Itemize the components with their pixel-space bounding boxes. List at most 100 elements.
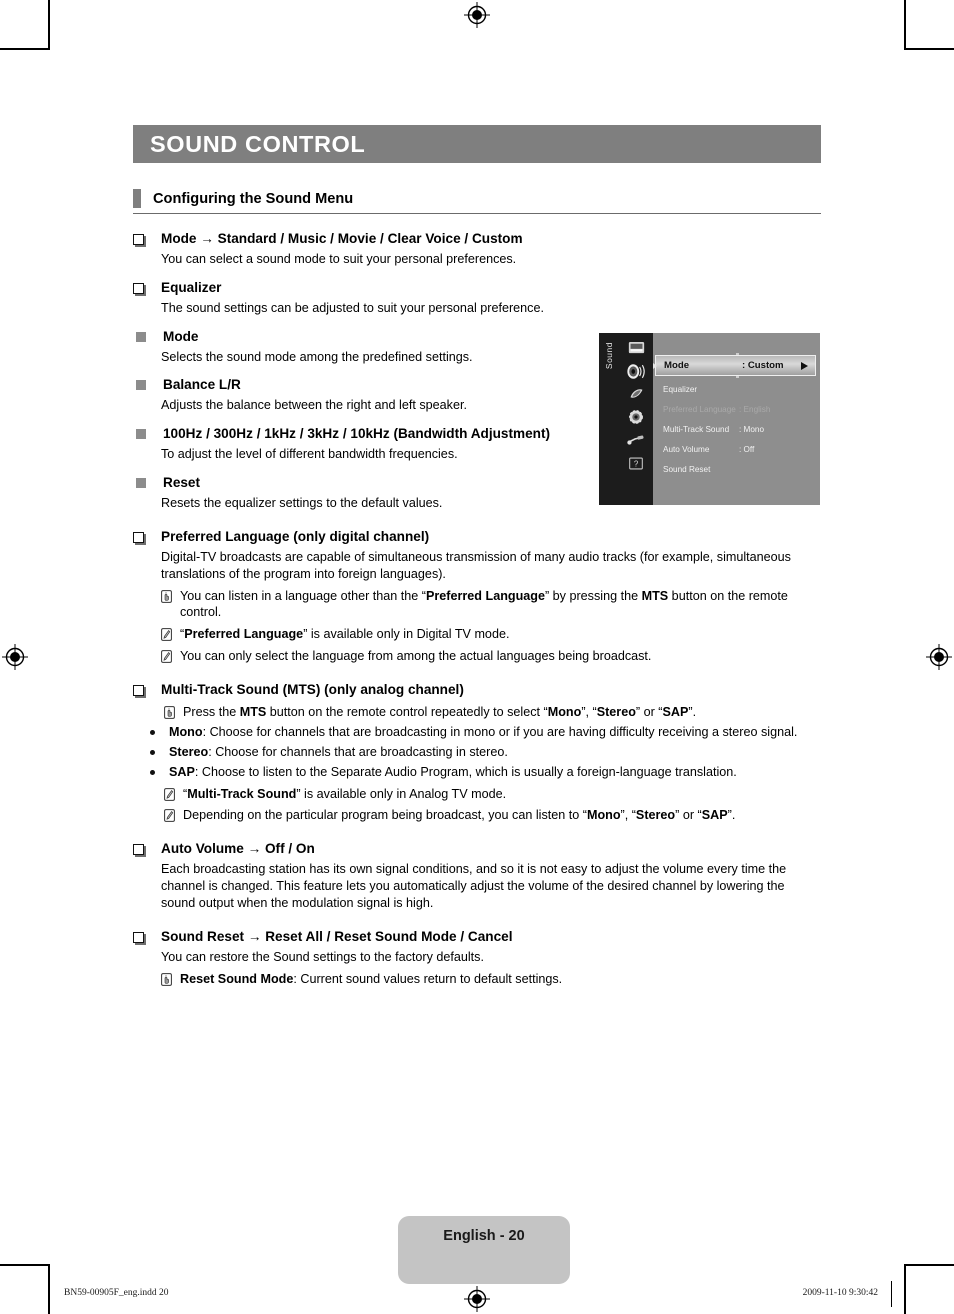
note-row: You can listen in a language other than … bbox=[161, 588, 821, 622]
note-text: “Multi-Track Sound” is available only in… bbox=[183, 786, 507, 801]
item-multi-track-sound: Multi-Track Sound (MTS) (only analog cha… bbox=[133, 681, 821, 824]
osd-row-sound-reset[interactable]: Sound Reset bbox=[653, 459, 820, 479]
content-body: Sound ? Mode: Custom Equalizer Preferre… bbox=[133, 230, 821, 988]
note-pencil-icon bbox=[161, 650, 172, 664]
filled-square-bullet-icon bbox=[136, 331, 146, 342]
item-sound-reset: Sound Reset → Reset All / Reset Sound Mo… bbox=[133, 928, 821, 988]
crop-mark-bottom-right-vertical bbox=[904, 1264, 906, 1314]
note-row: “Preferred Language” is available only i… bbox=[161, 626, 821, 643]
osd-row-label: Mode bbox=[664, 360, 690, 371]
crop-mark-top-left-vertical bbox=[48, 0, 50, 50]
note-pencil-icon bbox=[164, 787, 175, 801]
page-title: SOUND CONTROL bbox=[150, 130, 366, 157]
registration-mark-bottom bbox=[464, 1286, 490, 1312]
square-bullet-icon bbox=[133, 531, 144, 543]
item-sound-reset-heading: Sound Reset → Reset All / Reset Sound Mo… bbox=[133, 928, 821, 946]
item-preferred-language-heading: Preferred Language (only digital channel… bbox=[133, 528, 821, 546]
registration-mark-right bbox=[926, 644, 952, 670]
note-pencil-icon bbox=[164, 809, 175, 823]
crop-mark-bottom-left-horizontal bbox=[0, 1264, 50, 1266]
item-equalizer-heading-label: Equalizer bbox=[161, 279, 222, 295]
filled-square-bullet-icon bbox=[136, 380, 146, 391]
list-item-text: Mono: Choose for channels that are broad… bbox=[169, 724, 798, 739]
subitem-eq-bandwidth-heading-label: 100Hz / 300Hz / 1kHz / 3kHz / 10kHz (Ban… bbox=[163, 426, 551, 442]
registration-mark-left bbox=[2, 644, 28, 670]
subitem-eq-balance-heading-label: Balance L/R bbox=[163, 377, 241, 393]
subitem-eq-mode-body: Selects the sound mode among the predefi… bbox=[161, 349, 473, 364]
item-equalizer: Equalizer The sound settings can be adju… bbox=[133, 279, 585, 317]
crop-mark-bottom-left-vertical bbox=[48, 1264, 50, 1314]
section-heading-label: Configuring the Sound Menu bbox=[153, 190, 354, 207]
help-icon[interactable]: ? bbox=[625, 454, 647, 472]
osd-row-label: Auto Volume bbox=[663, 444, 710, 454]
osd-row-equalizer[interactable]: Equalizer bbox=[653, 379, 820, 399]
osd-row-label: Equalizer bbox=[663, 384, 698, 394]
filled-square-bullet-icon bbox=[136, 478, 146, 489]
dot-bullet-icon bbox=[150, 769, 155, 775]
footer-file-info: BN59-00905F_eng.indd 20 bbox=[64, 1288, 169, 1298]
item-auto-volume-body: Each broadcasting station has its own si… bbox=[161, 862, 787, 910]
subitem-eq-mode-heading: Mode bbox=[133, 328, 585, 346]
square-bullet-icon bbox=[133, 234, 144, 245]
registration-mark-top bbox=[464, 2, 490, 28]
chevron-right-icon bbox=[801, 361, 808, 370]
osd-row-value: : English bbox=[739, 404, 771, 414]
osd-icon-column: ? bbox=[619, 333, 653, 505]
input-icon[interactable] bbox=[625, 431, 647, 449]
item-preferred-language: Preferred Language (only digital channel… bbox=[133, 528, 821, 665]
section-heading: Configuring the Sound Menu bbox=[133, 189, 821, 214]
tv-osd-screenshot: Sound ? Mode: Custom Equalizer Preferre… bbox=[599, 333, 820, 505]
osd-row-multi-track-sound[interactable]: Multi-Track Sound : Mono bbox=[653, 419, 820, 439]
osd-row-label: Multi-Track Sound bbox=[663, 424, 730, 434]
channel-icon[interactable] bbox=[625, 385, 647, 403]
note-row: Reset Sound Mode: Current sound values r… bbox=[161, 971, 821, 988]
osd-row-auto-volume[interactable]: Auto Volume : Off bbox=[653, 439, 820, 459]
osd-sidebar: Sound ? bbox=[599, 333, 653, 505]
square-bullet-icon bbox=[133, 931, 144, 943]
osd-row-label: Sound Reset bbox=[663, 464, 711, 474]
section-marker-bar bbox=[133, 189, 141, 208]
picture-icon[interactable] bbox=[625, 339, 647, 357]
item-mode-heading-label: Mode → Standard / Music / Movie / Clear … bbox=[161, 231, 523, 246]
note-row: Depending on the particular program bein… bbox=[164, 807, 821, 824]
hand-press-icon bbox=[161, 972, 172, 986]
item-auto-volume-heading-label: Auto Volume → Off / On bbox=[161, 841, 315, 857]
square-bullet-icon bbox=[133, 685, 144, 697]
osd-menu-list: Mode : Custom Equalizer Preferred Langua… bbox=[653, 333, 820, 505]
item-equalizer-heading: Equalizer bbox=[133, 279, 585, 297]
osd-row-value: : Off bbox=[739, 444, 755, 454]
item-equalizer-body: The sound settings can be adjusted to su… bbox=[161, 300, 544, 315]
item-sound-reset-heading-label: Sound Reset → Reset All / Reset Sound Mo… bbox=[161, 928, 513, 944]
note-pencil-icon bbox=[161, 628, 172, 642]
sound-icon[interactable] bbox=[625, 362, 647, 380]
page-content: SOUND CONTROL Configuring the Sound Menu… bbox=[133, 125, 821, 988]
osd-row-mode[interactable]: Mode : Custom bbox=[653, 353, 816, 378]
hand-press-icon bbox=[164, 706, 175, 719]
note-text: Depending on the particular program bein… bbox=[183, 808, 736, 823]
item-mode: Mode → Standard / Music / Movie / Clear … bbox=[133, 230, 585, 268]
item-mode-heading: Mode → Standard / Music / Movie / Clear … bbox=[133, 230, 585, 248]
note-text: Reset Sound Mode: Current sound values r… bbox=[180, 971, 563, 986]
note-text: You can listen in a language other than … bbox=[180, 588, 788, 620]
osd-selection-cursor-icon bbox=[653, 363, 657, 369]
crop-mark-top-left-horizontal bbox=[0, 48, 50, 50]
list-item-text: SAP: Choose to listen to the Separate Au… bbox=[169, 764, 737, 779]
note-text: You can only select the language from am… bbox=[180, 649, 652, 664]
osd-row-value: : Mono bbox=[739, 424, 765, 434]
note-text: “Preferred Language” is available only i… bbox=[180, 627, 510, 642]
item-mode-body: You can select a sound mode to suit your… bbox=[161, 251, 517, 266]
crop-mark-top-right-horizontal bbox=[904, 48, 954, 50]
hand-press-icon bbox=[161, 589, 172, 603]
page-number-label: English - 20 bbox=[443, 1228, 525, 1244]
item-auto-volume: Auto Volume → Off / On Each broadcasting… bbox=[133, 840, 821, 912]
subitem-eq-reset-heading-label: Reset bbox=[163, 475, 201, 491]
osd-menu-tab: Sound bbox=[599, 333, 619, 505]
setup-icon[interactable] bbox=[625, 408, 647, 426]
list-item: Mono: Choose for channels that are broad… bbox=[133, 724, 821, 741]
list-item: SAP: Choose to listen to the Separate Au… bbox=[133, 764, 821, 781]
dot-bullet-icon bbox=[150, 729, 155, 735]
svg-text:?: ? bbox=[634, 459, 639, 468]
square-bullet-icon bbox=[133, 282, 144, 294]
square-bullet-icon bbox=[133, 844, 144, 856]
list-item: Stereo: Choose for channels that are bro… bbox=[133, 744, 821, 761]
